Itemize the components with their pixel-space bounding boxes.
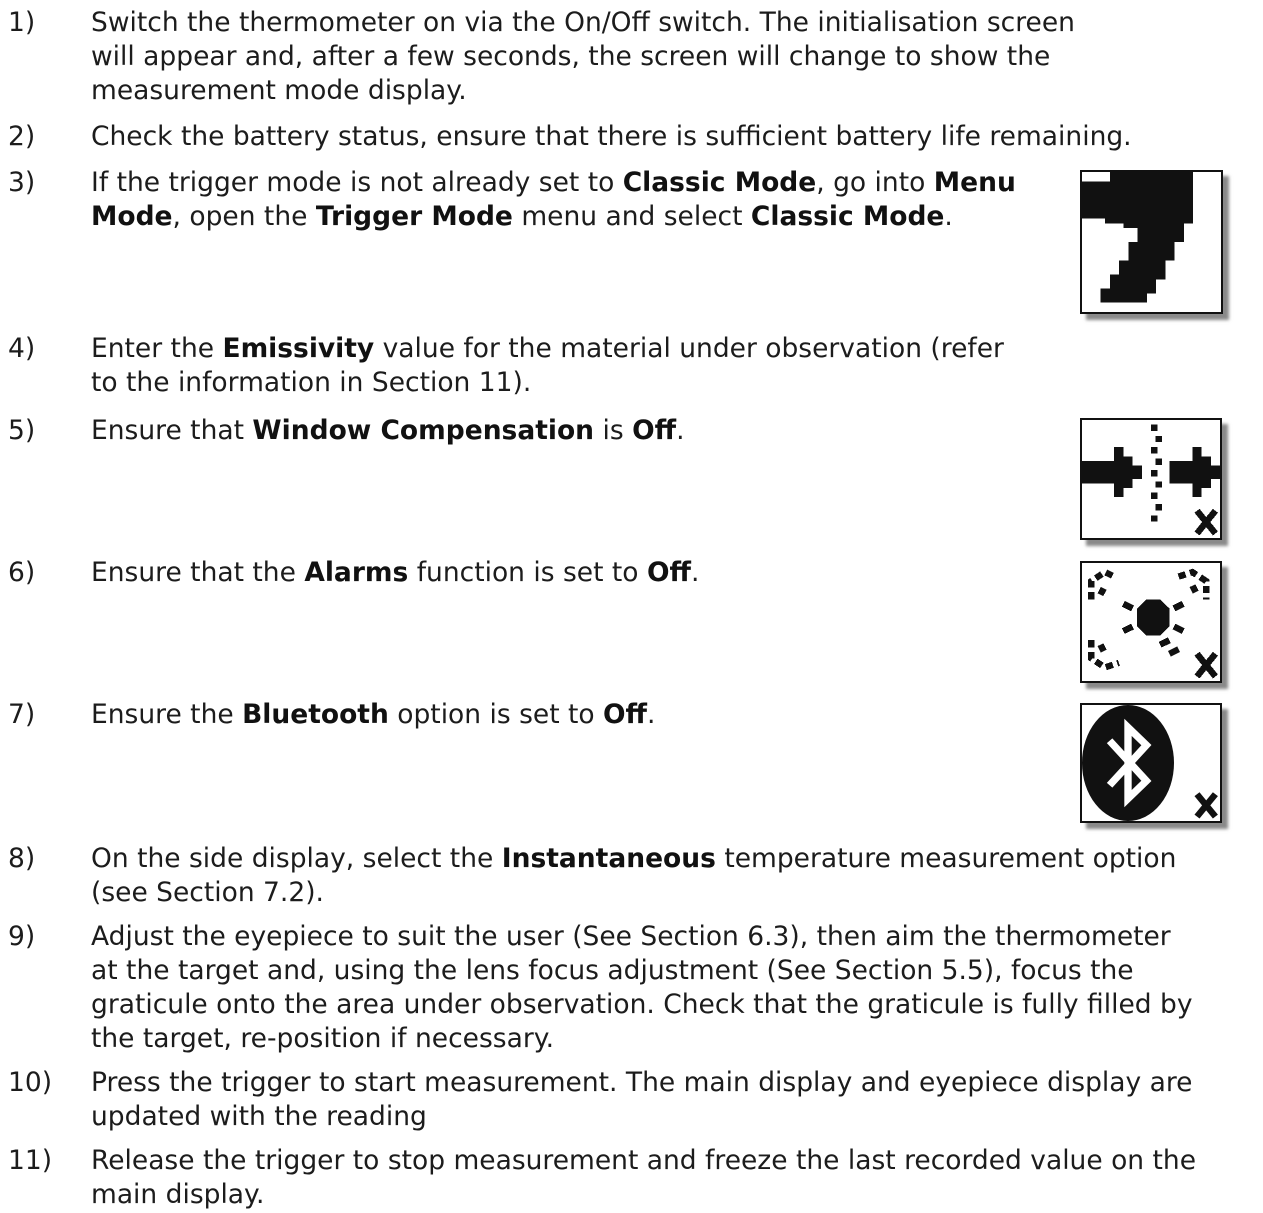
bold-term: Window Compensation (252, 415, 595, 446)
step-number: 7) (8, 699, 36, 730)
bold-term: Classic Mode (750, 201, 945, 232)
trigger-mode-icon (1080, 170, 1223, 314)
step-text: Adjust the eyepiece to suit the user (Se… (91, 920, 1196, 1056)
bold-term: Trigger Mode (315, 201, 513, 232)
window-compensation-off-icon (1080, 418, 1222, 540)
text-run: , open the (172, 201, 316, 232)
text-run: On the side display, select the (91, 843, 502, 874)
step-text: Switch the thermometer on via the On/Off… (91, 6, 1091, 108)
text-run: menu and select (512, 201, 751, 232)
alarms-off-icon (1080, 561, 1222, 683)
step-text: If the trigger mode is not already set t… (91, 166, 1046, 234)
text-run: If the trigger mode is not already set t… (91, 167, 623, 198)
text-run: function is set to (408, 557, 647, 588)
bold-term: Off (603, 699, 648, 730)
text-run: . (690, 557, 700, 588)
step-text: Ensure that Window Compensation is Off. (91, 414, 1031, 448)
step-number: 1) (8, 7, 36, 38)
step-number: 9) (8, 921, 36, 952)
step-number: 2) (8, 121, 36, 152)
step-text: Ensure that the Alarms function is set t… (91, 556, 1031, 590)
step-text: Check the battery status, ensure that th… (91, 120, 1256, 154)
step-number: 6) (8, 557, 36, 588)
step-number: 10) (8, 1067, 53, 1098)
step-text: On the side display, select the Instanta… (91, 842, 1231, 910)
bold-term: Off (646, 557, 691, 588)
text-run: Enter the (91, 333, 223, 364)
step-text: Release the trigger to stop measurement … (91, 1144, 1196, 1212)
text-run: Ensure the (91, 699, 243, 730)
bold-term: Classic Mode (622, 167, 817, 198)
text-run: . (676, 415, 685, 446)
text-run: Ensure that the (91, 557, 305, 588)
step-number: 5) (8, 415, 36, 446)
step-text: Enter the Emissivity value for the mater… (91, 332, 1031, 400)
step-number: 4) (8, 333, 36, 364)
bold-term: Off (632, 415, 677, 446)
step-number: 3) (8, 167, 36, 198)
step-number: 8) (8, 843, 36, 874)
bold-term: Instantaneous (501, 843, 716, 874)
text-run: . (944, 201, 953, 232)
bold-term: Emissivity (222, 333, 375, 364)
bold-term: Alarms (304, 557, 409, 588)
text-run: . (647, 699, 656, 730)
step-text: Ensure the Bluetooth option is set to Of… (91, 698, 1031, 732)
text-run: option is set to (388, 699, 604, 730)
text-run: is (594, 415, 633, 446)
text-run: Ensure that (91, 415, 253, 446)
bluetooth-off-icon (1080, 703, 1222, 823)
text-run: , go into (816, 167, 934, 198)
bold-term: Bluetooth (242, 699, 389, 730)
manual-page: { "steps": [ {"num": "1)", "parts": [ {"… (0, 0, 1263, 1213)
step-text: Press the trigger to start measurement. … (91, 1066, 1196, 1134)
step-number: 11) (8, 1145, 53, 1176)
text-run: Adjust the eyepiece to suit the user (Se… (91, 921, 1193, 1054)
text-run: Release the trigger to stop measurement … (91, 1145, 1197, 1210)
text-run: Check the battery status, ensure that th… (91, 121, 1132, 152)
text-run: Press the trigger to start measurement. … (91, 1067, 1193, 1132)
text-run: Switch the thermometer on via the On/Off… (91, 7, 1075, 106)
